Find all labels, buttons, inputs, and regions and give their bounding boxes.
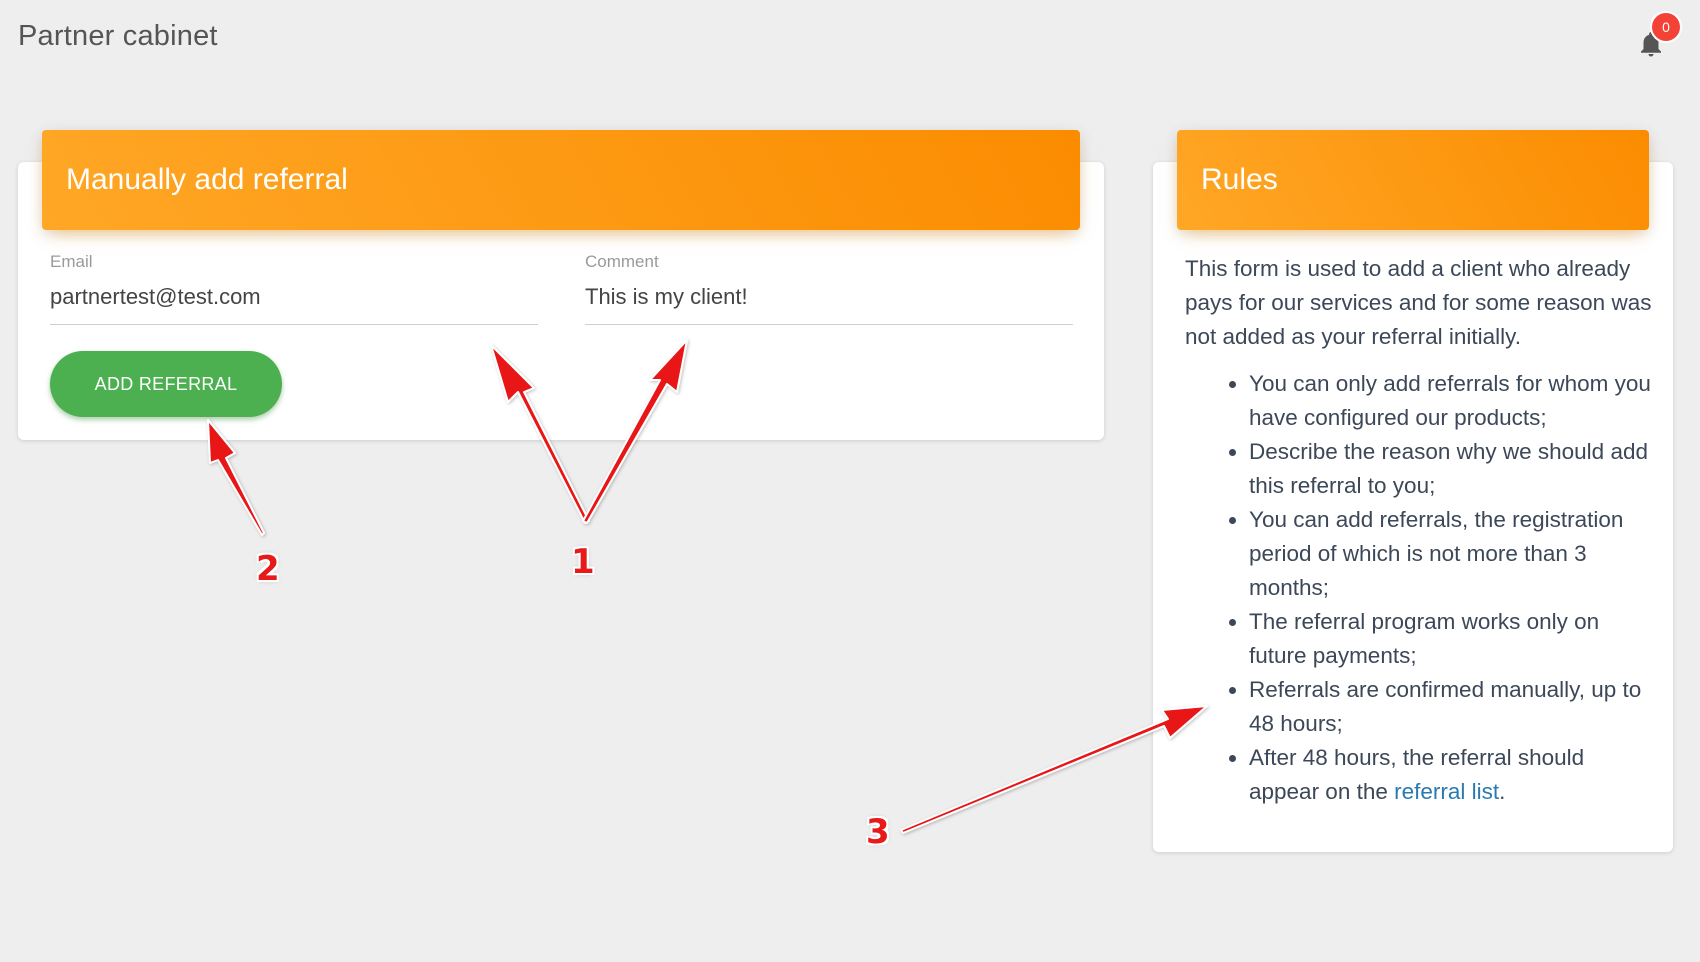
add-referral-button[interactable]: ADD REFERRAL [50, 351, 282, 417]
comment-input[interactable] [585, 284, 1073, 325]
email-field-group: Email [50, 252, 538, 325]
rules-list-item: The referral program works only on futur… [1249, 605, 1655, 673]
comment-label: Comment [585, 252, 659, 271]
rules-list-item: Describe the reason why we should add th… [1249, 435, 1655, 503]
annotation-label-3: 3 [866, 812, 890, 852]
rules-intro-text: This form is used to add a client who al… [1185, 256, 1652, 349]
annotation-label-1: 1 [571, 542, 595, 582]
email-input[interactable] [50, 284, 538, 325]
rules-list-item: You can add referrals, the registration … [1249, 503, 1655, 605]
rules-list-item: Referrals are confirmed manually, up to … [1249, 673, 1655, 741]
rules-last-item-suffix: . [1499, 779, 1506, 804]
rules-list-item: After 48 hours, the referral should appe… [1249, 741, 1655, 809]
rules-card-title: Rules [1177, 130, 1649, 230]
add-referral-card: Manually add referral Email Comment ADD … [18, 130, 1104, 440]
rules-card: Rules This form is used to add a client … [1153, 130, 1673, 852]
page-title: Partner cabinet [18, 20, 218, 52]
notifications-button[interactable]: 0 [1636, 11, 1682, 58]
notification-count-badge: 0 [1650, 11, 1682, 43]
comment-field-group: Comment [585, 252, 1073, 325]
rules-list-item: You can only add referrals for whom you … [1249, 367, 1655, 435]
add-referral-card-title: Manually add referral [42, 130, 1080, 230]
rules-list: You can only add referrals for whom you … [1185, 367, 1655, 809]
email-label: Email [50, 252, 93, 271]
annotation-label-2: 2 [256, 549, 280, 589]
referral-list-link[interactable]: referral list [1394, 779, 1499, 804]
